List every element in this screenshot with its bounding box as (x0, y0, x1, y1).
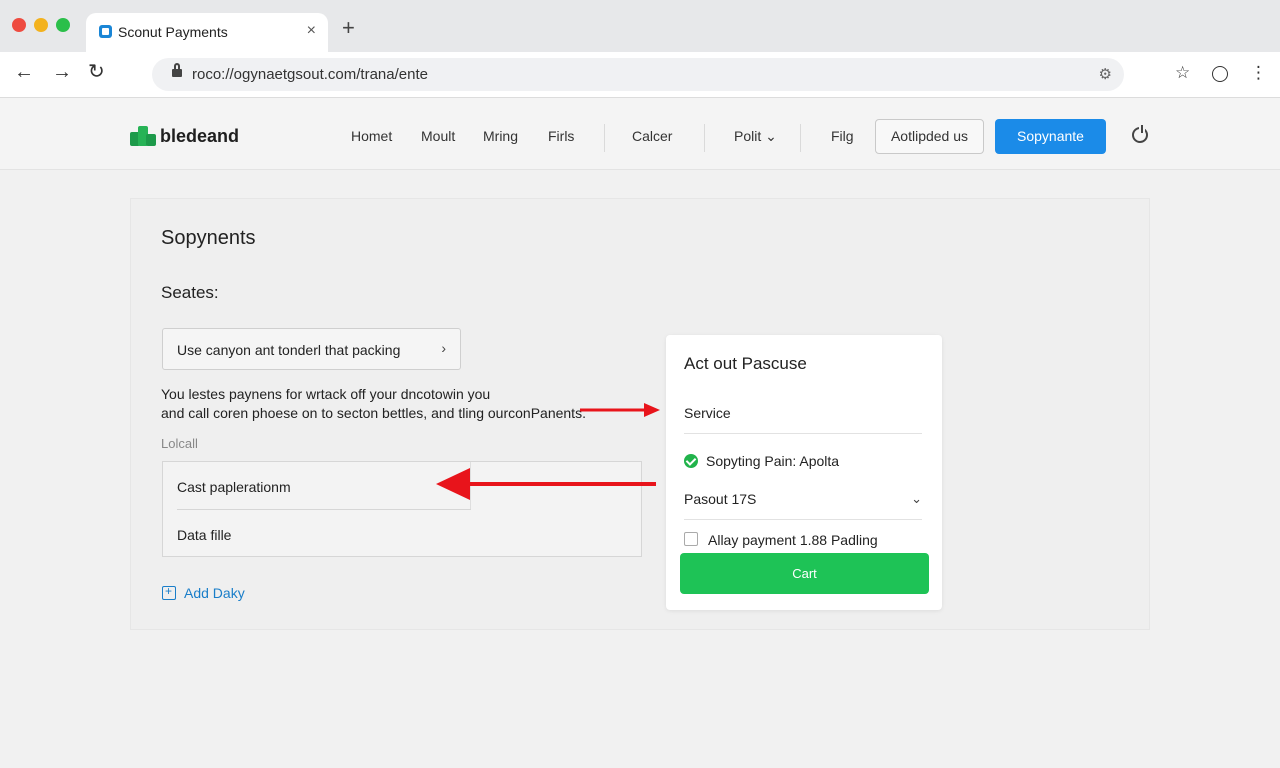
description-line-1: You lestes paynens for wrtack off your d… (161, 386, 491, 402)
logo-text[interactable]: bledeand (160, 126, 239, 147)
list-label: Lolcall (161, 436, 198, 451)
description-line-2: and call coren phoese on to secton bettl… (161, 405, 586, 421)
checkout-card: Act out Pascuse Service Sopyting Pain: A… (666, 335, 942, 610)
favicon-icon (99, 25, 112, 38)
address-bar[interactable]: roco://ogynaetgsout.com/trana/ente ⚙ (152, 58, 1124, 91)
new-tab-icon[interactable]: + (342, 17, 355, 39)
nav-divider (704, 124, 705, 152)
checkbox-label: Allay payment 1.88 Padling (708, 532, 878, 548)
browser-menu-icon[interactable]: ⋮ (1250, 64, 1267, 81)
nav-dropdown-label: Polit (734, 128, 762, 144)
card-title: Act out Pascuse (684, 354, 807, 373)
browser-toolbar: ← → ↻ roco://ogynaetgsout.com/trana/ente… (0, 52, 1280, 98)
nav-link-mring[interactable]: Mring (483, 128, 518, 144)
extension-icon[interactable]: ⚙ (1099, 65, 1112, 83)
nav-link-calcer[interactable]: Calcer (632, 128, 672, 144)
chevron-down-icon[interactable]: ⌄ (911, 491, 922, 507)
nav-link-homet[interactable]: Homet (351, 128, 392, 144)
window-close-icon[interactable] (12, 18, 26, 32)
reload-icon[interactable]: ↻ (88, 62, 105, 82)
bookmark-star-icon[interactable]: ☆ (1175, 64, 1190, 81)
nav-dropdown-polit[interactable]: Polit ⌄ (734, 128, 777, 145)
back-icon[interactable]: ← (14, 62, 34, 82)
option-list: Cast paplerationm Data fille (162, 461, 642, 557)
cart-button[interactable]: Cart (680, 553, 929, 594)
add-link[interactable]: Add Daky (184, 585, 245, 601)
window-minimize-icon[interactable] (34, 18, 48, 32)
chevron-down-icon: ⌄ (765, 128, 777, 144)
window-maximize-icon[interactable] (56, 18, 70, 32)
list-item[interactable]: Cast paplerationm (177, 479, 291, 495)
browser-tab-bar: Sconut Payments × + (0, 0, 1280, 52)
check-circle-icon (684, 454, 698, 468)
card-divider (684, 433, 922, 434)
nav-link-moult[interactable]: Moult (421, 128, 455, 144)
section-label: Seates: (161, 283, 219, 302)
list-divider (177, 509, 471, 510)
status-text: Sopyting Pain: Apolta (706, 453, 840, 469)
lock-icon (172, 63, 182, 78)
payment-checkbox[interactable] (684, 532, 698, 546)
nav-link-filg[interactable]: Filg (831, 128, 854, 144)
option-select[interactable]: Use canyon ant tonderl that packing › (162, 328, 461, 370)
add-icon[interactable] (162, 584, 176, 600)
browser-tab[interactable]: Sconut Payments × (86, 13, 328, 52)
option-select-text: Use canyon ant tonderl that packing (177, 342, 401, 358)
card-divider (684, 519, 922, 520)
nav-divider (604, 124, 605, 152)
nav-divider (800, 124, 801, 152)
payout-dropdown[interactable]: Pasout 17S (684, 491, 756, 507)
page-title: Sopynents (161, 227, 256, 249)
nav-link-firls[interactable]: Firls (548, 128, 574, 144)
primary-header-button[interactable]: Sopynante (995, 119, 1106, 154)
power-icon[interactable] (1132, 125, 1148, 143)
service-label: Service (684, 405, 731, 421)
forward-icon[interactable]: → (52, 62, 72, 82)
url-text[interactable]: roco://ogynaetgsout.com/trana/ente (192, 66, 428, 83)
profile-icon[interactable] (1212, 66, 1228, 82)
tab-close-icon[interactable]: × (307, 22, 316, 40)
logo-icon (130, 126, 160, 146)
tab-title: Sconut Payments (118, 24, 228, 40)
site-header: bledeand Homet Moult Mring Firls Calcer … (0, 98, 1280, 170)
secondary-header-button[interactable]: Aotlipded us (875, 119, 984, 154)
chevron-right-icon: › (441, 340, 446, 356)
list-item[interactable]: Data fille (177, 527, 231, 543)
